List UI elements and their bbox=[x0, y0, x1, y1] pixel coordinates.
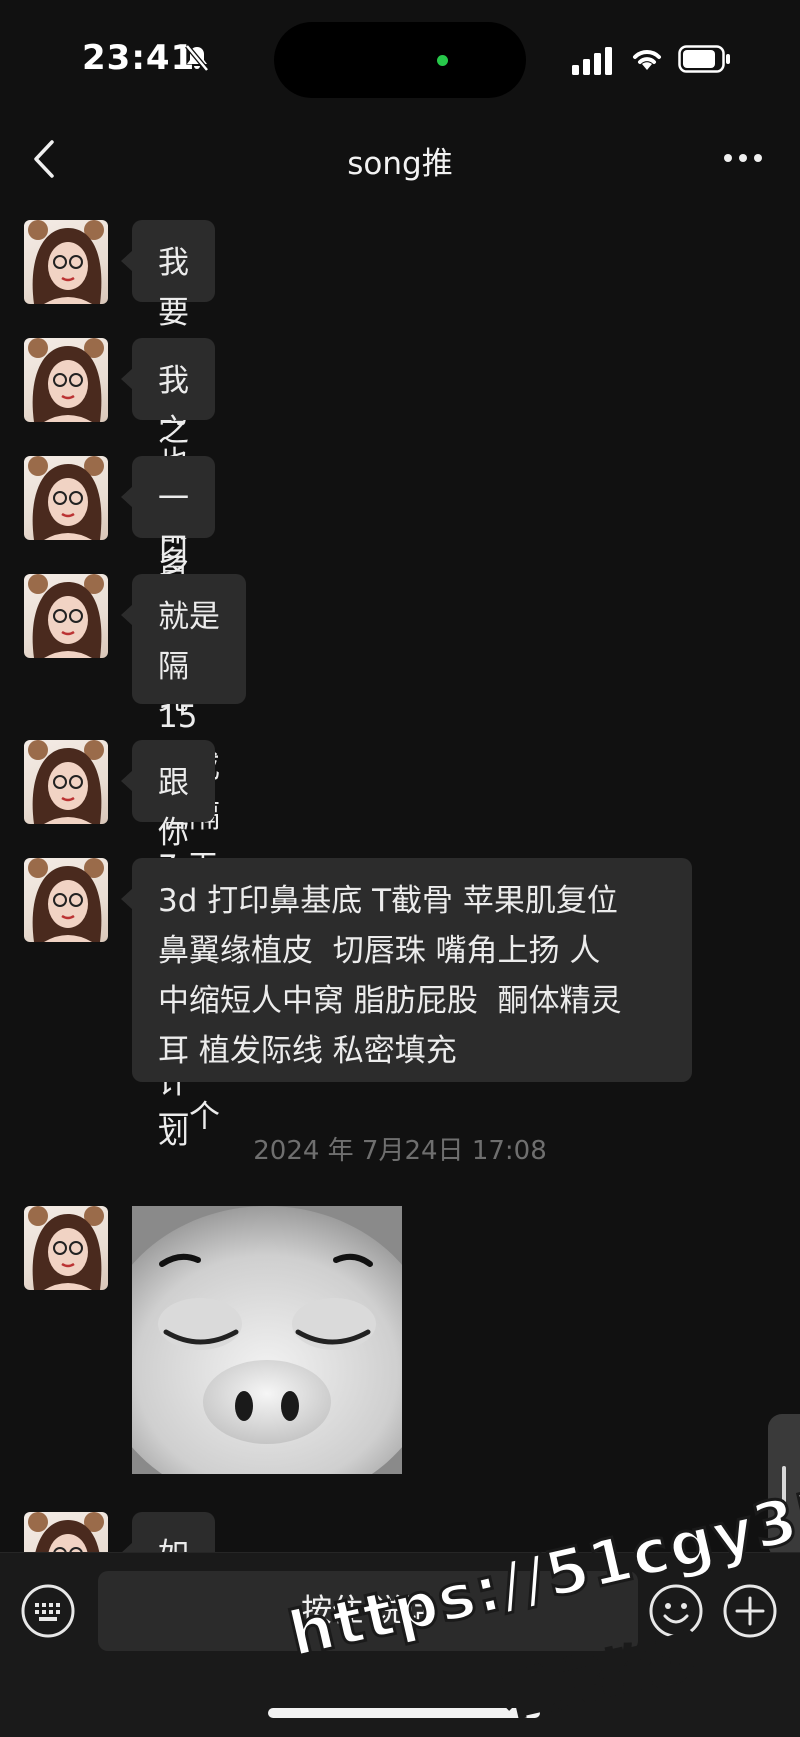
avatar-portrait-icon bbox=[28, 220, 104, 304]
avatar[interactable] bbox=[24, 338, 108, 422]
home-indicator bbox=[268, 1708, 540, 1718]
status-bar: 23:41 bbox=[0, 0, 800, 118]
message-bubble[interactable]: 一口气做完 bbox=[121, 456, 215, 717]
battery-icon bbox=[678, 45, 730, 73]
avatar[interactable] bbox=[24, 858, 108, 942]
avatar[interactable] bbox=[24, 1512, 108, 1552]
message-bubble[interactable]: 我之前都是这样 bbox=[121, 338, 215, 699]
avatar-portrait-icon bbox=[28, 574, 104, 658]
message-list[interactable]: 我要做的也挺多的 我之前都是这样 一口气做完 bbox=[0, 200, 800, 1552]
message-bubble[interactable]: 3d 打印鼻基底 T截骨 苹果肌复位 鼻翼缘植皮 切唇珠 嘴角上扬 人 中缩短人… bbox=[121, 858, 692, 1082]
message-timestamp: 2024 年 7月24日 17:08 bbox=[253, 1136, 547, 1166]
avatar-portrait-icon bbox=[28, 740, 104, 824]
message-bubble[interactable]: 跟你讲讲我的计划 bbox=[121, 740, 215, 1151]
dynamic-island bbox=[274, 22, 526, 98]
more-icon[interactable] bbox=[722, 148, 764, 168]
message-bubble[interactable]: 就是隔 15 天或者隔 7 天下一个， 隔 7 天下一个 bbox=[121, 574, 246, 1135]
avatar-portrait-icon bbox=[28, 456, 104, 540]
wifi-icon bbox=[633, 50, 661, 70]
chat-title: song推 bbox=[347, 146, 453, 182]
pig-face-sticker[interactable] bbox=[132, 1206, 402, 1474]
avatar[interactable] bbox=[24, 740, 108, 824]
avatar[interactable] bbox=[24, 220, 108, 304]
keyboard-icon[interactable] bbox=[20, 1583, 76, 1639]
avatar[interactable] bbox=[24, 456, 108, 540]
floating-side-handle[interactable] bbox=[768, 1414, 800, 1558]
avatar-portrait-icon bbox=[28, 1512, 104, 1552]
hold-to-talk-button[interactable]: 按住 说话 bbox=[98, 1571, 638, 1651]
bell-off-icon bbox=[185, 44, 209, 72]
signal-icon bbox=[572, 47, 612, 75]
avatar-portrait-icon bbox=[28, 1206, 104, 1290]
plus-icon[interactable] bbox=[722, 1583, 778, 1639]
avatar-portrait-icon bbox=[28, 858, 104, 942]
chat-header: song推 bbox=[0, 118, 800, 200]
emoji-icon[interactable] bbox=[648, 1583, 704, 1639]
handle-grip bbox=[782, 1466, 786, 1506]
status-time: 23:41 bbox=[82, 38, 196, 78]
message-bubble[interactable]: 如果中途搞到哪一个失败了 bbox=[121, 1512, 215, 1552]
input-bar: 按住 说话 bbox=[0, 1552, 800, 1737]
avatar[interactable] bbox=[24, 574, 108, 658]
avatar-portrait-icon bbox=[28, 338, 104, 422]
avatar[interactable] bbox=[24, 1206, 108, 1290]
message-bubble[interactable]: 我要做的也挺多的 bbox=[121, 220, 215, 631]
camera-indicator-dot bbox=[437, 55, 448, 66]
